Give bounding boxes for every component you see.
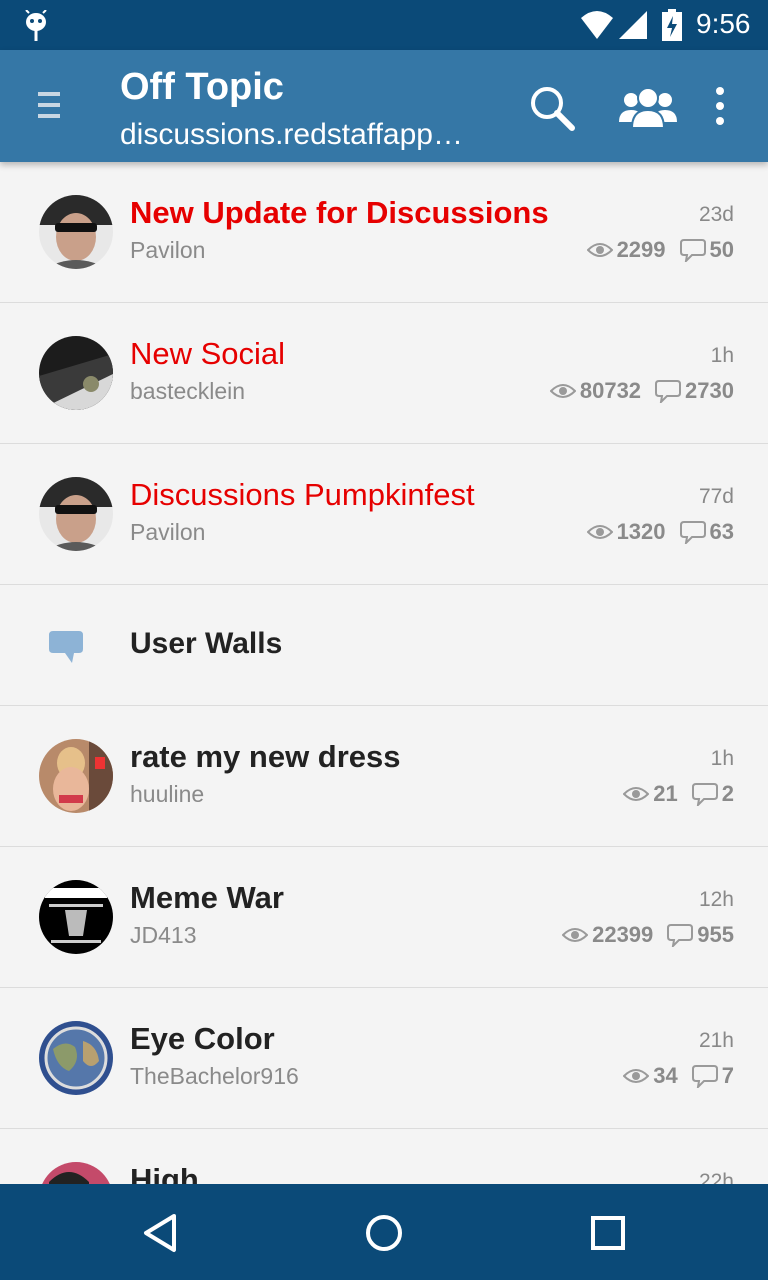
views-icon: [549, 384, 576, 398]
topic-author: bastecklein: [130, 378, 246, 404]
topic-title[interactable]: New Social: [130, 336, 285, 372]
topic-time: 23d: [698, 203, 734, 226]
reply-count: 7: [721, 1063, 734, 1088]
view-count: 1320: [616, 519, 666, 544]
avatar: [39, 880, 113, 954]
app-bar: Off Topic discussions.redstaffapp…: [0, 50, 768, 162]
home-icon[interactable]: [363, 1212, 405, 1254]
view-count: 21: [653, 781, 678, 806]
list-item[interactable]: rate my new dress huuline 1h 21 2: [0, 706, 768, 847]
topic-stats: 80732 2730: [536, 378, 734, 404]
wall-stats: 21 2: [609, 781, 734, 807]
list-item[interactable]: Discussions Pumpkinfest Pavilon 77d 1320…: [0, 444, 768, 585]
comments-icon: [691, 783, 718, 806]
avatar: [39, 477, 113, 551]
comments-icon: [679, 521, 706, 544]
reply-count: 955: [697, 922, 734, 947]
reply-count: 63: [709, 519, 734, 544]
topic-author: Pavilon: [130, 237, 206, 263]
battery-charging-icon: [662, 9, 682, 41]
views-icon: [562, 928, 589, 942]
avatar: [39, 195, 113, 269]
topic-time: 1h: [710, 344, 734, 367]
discussion-list: New Update for Discussions Pavilon 23d 2…: [0, 162, 768, 1184]
wall-author: JD413: [130, 922, 197, 948]
back-icon[interactable]: [140, 1212, 182, 1254]
reply-count: 2: [721, 781, 734, 806]
wall-stats: 22399 955: [548, 922, 734, 948]
avatar: [39, 1021, 113, 1095]
recent-apps-icon[interactable]: [587, 1212, 629, 1254]
wall-stats: 34 7: [609, 1063, 734, 1089]
view-count: 80732: [579, 378, 642, 403]
wall-title[interactable]: rate my new dress: [130, 739, 401, 775]
views-icon: [623, 787, 650, 801]
android-debug-icon: [25, 10, 47, 41]
search-icon[interactable]: [528, 84, 576, 132]
wall-time: 1h: [710, 747, 734, 770]
wall-title[interactable]: Eye Color: [130, 1021, 275, 1057]
topic-stats: 1320 63: [573, 519, 734, 545]
views-icon: [586, 525, 613, 539]
menu-icon[interactable]: [38, 92, 62, 122]
avatar: [39, 739, 113, 813]
chat-bubble-icon: [49, 631, 83, 663]
avatar: [39, 336, 113, 410]
view-count: 2299: [616, 237, 666, 262]
page-title: Off Topic: [120, 66, 284, 108]
topic-title[interactable]: Discussions Pumpkinfest: [130, 477, 475, 513]
avatar: [39, 1162, 113, 1184]
wall-author: TheBachelor916: [130, 1063, 299, 1089]
navigation-bar: [0, 1184, 768, 1280]
comments-icon: [655, 380, 682, 403]
comments-icon: [679, 239, 706, 262]
signal-icon: [619, 11, 647, 39]
section-user-walls[interactable]: User Walls: [0, 585, 768, 706]
wifi-icon: [581, 11, 613, 39]
status-time: 9:56: [696, 8, 751, 39]
wall-title[interactable]: Meme War: [130, 880, 284, 916]
page-subtitle: discussions.redstaffapp…: [120, 118, 463, 151]
section-label: User Walls: [130, 627, 283, 660]
wall-author: huuline: [130, 781, 205, 807]
list-item[interactable]: High 22h: [0, 1129, 768, 1184]
topic-author: Pavilon: [130, 519, 206, 545]
list-item[interactable]: New Update for Discussions Pavilon 23d 2…: [0, 162, 768, 303]
views-icon: [586, 243, 613, 257]
wall-time: 21h: [698, 1029, 734, 1052]
wall-time: 12h: [698, 888, 734, 911]
topic-stats: 2299 50: [573, 237, 734, 263]
views-icon: [623, 1069, 650, 1083]
comments-icon: [691, 1065, 718, 1088]
list-item[interactable]: Meme War JD413 12h 22399 955: [0, 847, 768, 988]
more-options-icon[interactable]: [710, 86, 730, 126]
wall-time: 22h: [698, 1170, 734, 1184]
users-icon[interactable]: [618, 86, 678, 128]
view-count: 34: [653, 1063, 678, 1088]
comments-icon: [667, 924, 694, 947]
view-count: 22399: [592, 922, 654, 947]
topic-title[interactable]: New Update for Discussions: [130, 195, 549, 231]
wall-title[interactable]: High: [130, 1162, 199, 1184]
status-bar: 9:56: [0, 0, 768, 50]
reply-count: 2730: [685, 378, 734, 403]
list-item[interactable]: New Social bastecklein 1h 80732 2730: [0, 303, 768, 444]
reply-count: 50: [709, 237, 734, 262]
list-item[interactable]: Eye Color TheBachelor916 21h 34 7: [0, 988, 768, 1129]
topic-time: 77d: [698, 485, 734, 508]
